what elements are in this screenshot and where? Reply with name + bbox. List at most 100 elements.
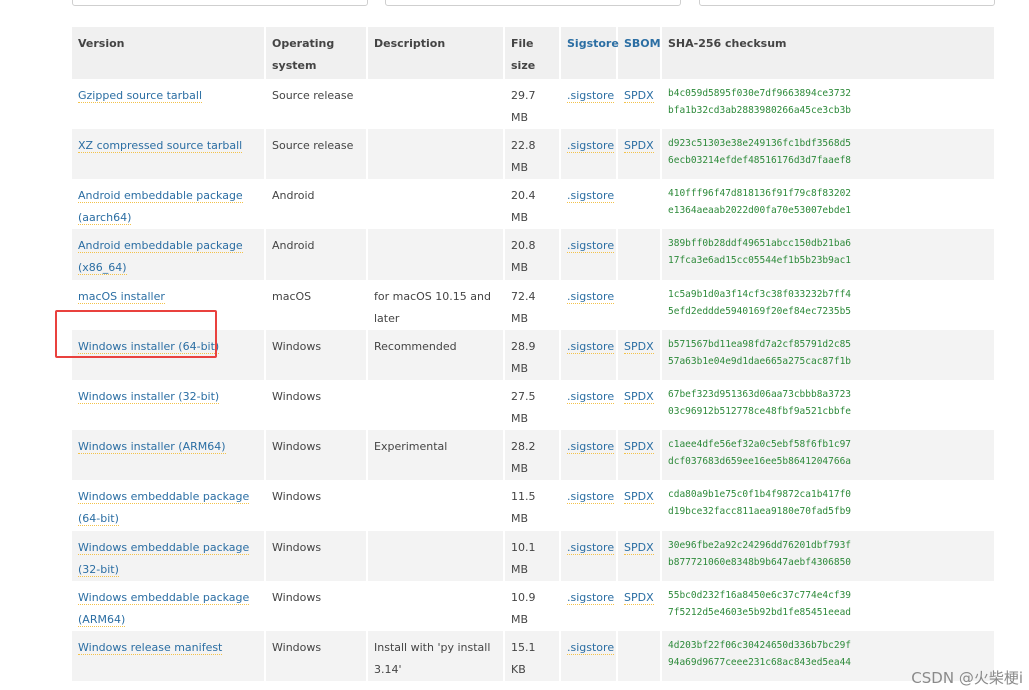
top-input-box-3 xyxy=(699,0,995,6)
checksum-cell: 389bff0b28ddf49651abcc150db21ba6 17fca3e6… xyxy=(661,229,994,280)
os-cell: Windows xyxy=(265,581,368,631)
sbom-cell: SPDX xyxy=(617,581,662,631)
sigstore-link[interactable]: .sigstore xyxy=(567,139,615,153)
sbom-link[interactable]: SPDX xyxy=(624,340,654,354)
file-size-cell: 28.9 MB xyxy=(504,330,561,380)
sigstore-link[interactable]: .sigstore xyxy=(567,591,615,605)
checksum-line-2: dcf037683d659ee16ee5b8641204766a xyxy=(668,456,852,467)
watermark: CSDN @火柴梗i xyxy=(911,669,1023,687)
file-size-cell: 29.7 MB xyxy=(504,79,561,129)
top-input-box-1 xyxy=(72,0,368,6)
checksum-line-1: d923c51303e38e249136fc1bdf3568d5 xyxy=(668,138,852,149)
checksum-line-2: e1364aeaab2022d00fa70e53007ebde1 xyxy=(668,205,852,216)
description-cell xyxy=(367,229,505,280)
sigstore-link[interactable]: .sigstore xyxy=(567,490,615,504)
header-sigstore-link[interactable]: Sigstore xyxy=(560,27,619,79)
version-cell: Android embeddable package (aarch64) xyxy=(72,179,266,229)
download-link[interactable]: Gzipped source tarball xyxy=(78,89,203,103)
sigstore-link[interactable]: .sigstore xyxy=(567,340,615,354)
sbom-cell: SPDX xyxy=(617,480,662,531)
download-link[interactable]: Windows installer (32-bit) xyxy=(78,390,220,404)
sigstore-link[interactable]: .sigstore xyxy=(567,189,615,203)
file-size-cell: 10.1 MB xyxy=(504,531,561,581)
table-row: macOS installer macOS for macOS 10.15 and … xyxy=(72,280,994,330)
download-link[interactable]: Android embeddable package (aarch64) xyxy=(78,189,243,225)
header-file-size: File size xyxy=(504,27,561,79)
download-link[interactable]: macOS installer xyxy=(78,290,165,304)
download-link[interactable]: Windows installer (64-bit) xyxy=(78,340,220,354)
download-link[interactable]: Android embeddable package (x86_64) xyxy=(78,239,243,275)
download-link[interactable]: Windows embeddable package (64-bit) xyxy=(78,490,250,526)
description-cell xyxy=(367,480,505,531)
checksum-line-2: 57a63b1e04e9d1dae665a275cac87f1b xyxy=(668,356,852,367)
checksum-line-1: 389bff0b28ddf49651abcc150db21ba6 xyxy=(668,238,852,249)
file-size-cell: 27.5 MB xyxy=(504,380,561,430)
sbom-cell: SPDX xyxy=(617,129,662,179)
sbom-link[interactable]: SPDX xyxy=(624,490,654,504)
table-row: Android embeddable package (aarch64) Andr… xyxy=(72,179,994,229)
checksum-cell: 55bc0d232f16a8450e6c37c774e4cf39 7f5212d5… xyxy=(661,581,994,631)
sbom-cell xyxy=(617,280,662,330)
sbom-cell xyxy=(617,229,662,280)
header-operating-system: Operating system xyxy=(265,27,368,79)
checksum-line-1: cda80a9b1e75c0f1b4f9872ca1b417f0 xyxy=(668,489,852,500)
sbom-cell: SPDX xyxy=(617,531,662,581)
sbom-link[interactable]: SPDX xyxy=(624,89,654,103)
sigstore-cell: .sigstore xyxy=(560,330,618,380)
version-cell: Windows release manifest xyxy=(72,631,266,681)
checksum-line-2: b877721060e8348b9b647aebf4306850 xyxy=(668,557,852,568)
os-cell: Windows xyxy=(265,330,368,380)
version-cell: Windows embeddable package (32-bit) xyxy=(72,531,266,581)
checksum-line-2: 6ecb03214efdef48516176d3d7faaef8 xyxy=(668,155,852,166)
description-cell: Experimental xyxy=(367,430,505,480)
version-cell: XZ compressed source tarball xyxy=(72,129,266,179)
sbom-link[interactable]: SPDX xyxy=(624,541,654,555)
version-cell: macOS installer xyxy=(72,280,266,330)
header-checksum: SHA-256 checksum xyxy=(661,27,994,79)
download-link[interactable]: Windows embeddable package (ARM64) xyxy=(78,591,250,627)
version-cell: Windows embeddable package (ARM64) xyxy=(72,581,266,631)
download-link[interactable]: Windows installer (ARM64) xyxy=(78,440,226,454)
download-link[interactable]: XZ compressed source tarball xyxy=(78,139,243,153)
table-row: Windows installer (32-bit) Windows 27.5 MB… xyxy=(72,380,994,430)
download-link[interactable]: Windows release manifest xyxy=(78,641,223,655)
sigstore-link[interactable]: .sigstore xyxy=(567,390,615,404)
header-sbom-link[interactable]: SBOM xyxy=(617,27,662,79)
sbom-cell: SPDX xyxy=(617,79,662,129)
version-cell: Windows embeddable package (64-bit) xyxy=(72,480,266,531)
checksum-line-2: 03c96912b512778ce48fbf9a521cbbfe xyxy=(668,406,852,417)
file-size-cell: 11.5 MB xyxy=(504,480,561,531)
description-cell xyxy=(367,581,505,631)
sbom-link[interactable]: SPDX xyxy=(624,591,654,605)
table-row: XZ compressed source tarball Source relea… xyxy=(72,129,994,179)
sigstore-cell: .sigstore xyxy=(560,531,618,581)
checksum-line-2: 17fca3e6ad15cc05544ef1b5b23b9ac1 xyxy=(668,255,852,266)
checksum-line-1: 30e96fbe2a92c24296dd76201dbf793f xyxy=(668,540,852,551)
sigstore-link[interactable]: .sigstore xyxy=(567,239,615,253)
version-cell: Gzipped source tarball xyxy=(72,79,266,129)
header-version: Version xyxy=(72,27,266,79)
sbom-link[interactable]: SPDX xyxy=(624,139,654,153)
sigstore-link[interactable]: .sigstore xyxy=(567,89,615,103)
sigstore-cell: .sigstore xyxy=(560,229,618,280)
sigstore-link[interactable]: .sigstore xyxy=(567,641,615,655)
checksum-line-2: d19bce32facc811aea9180e70fad5fb9 xyxy=(668,506,852,517)
sbom-link[interactable]: SPDX xyxy=(624,390,654,404)
os-cell: Android xyxy=(265,179,368,229)
sbom-link[interactable]: SPDX xyxy=(624,440,654,454)
download-link[interactable]: Windows embeddable package (32-bit) xyxy=(78,541,250,577)
sigstore-link[interactable]: .sigstore xyxy=(567,440,615,454)
sbom-cell: SPDX xyxy=(617,380,662,430)
file-size-cell: 20.4 MB xyxy=(504,179,561,229)
file-size-cell: 22.8 MB xyxy=(504,129,561,179)
os-cell: Windows xyxy=(265,380,368,430)
sigstore-link[interactable]: .sigstore xyxy=(567,290,615,304)
checksum-line-1: 1c5a9b1d0a3f14cf3c38f033232b7ff4 xyxy=(668,289,852,300)
version-cell: Windows installer (64-bit) xyxy=(72,330,266,380)
sbom-cell: SPDX xyxy=(617,330,662,380)
checksum-line-1: 55bc0d232f16a8450e6c37c774e4cf39 xyxy=(668,590,852,601)
checksum-cell: b4c059d5895f030e7df9663894ce3732 bfa1b32c… xyxy=(661,79,994,129)
sigstore-link[interactable]: .sigstore xyxy=(567,541,615,555)
table-row: Android embeddable package (x86_64) Andro… xyxy=(72,229,994,280)
header-description: Description xyxy=(367,27,505,79)
